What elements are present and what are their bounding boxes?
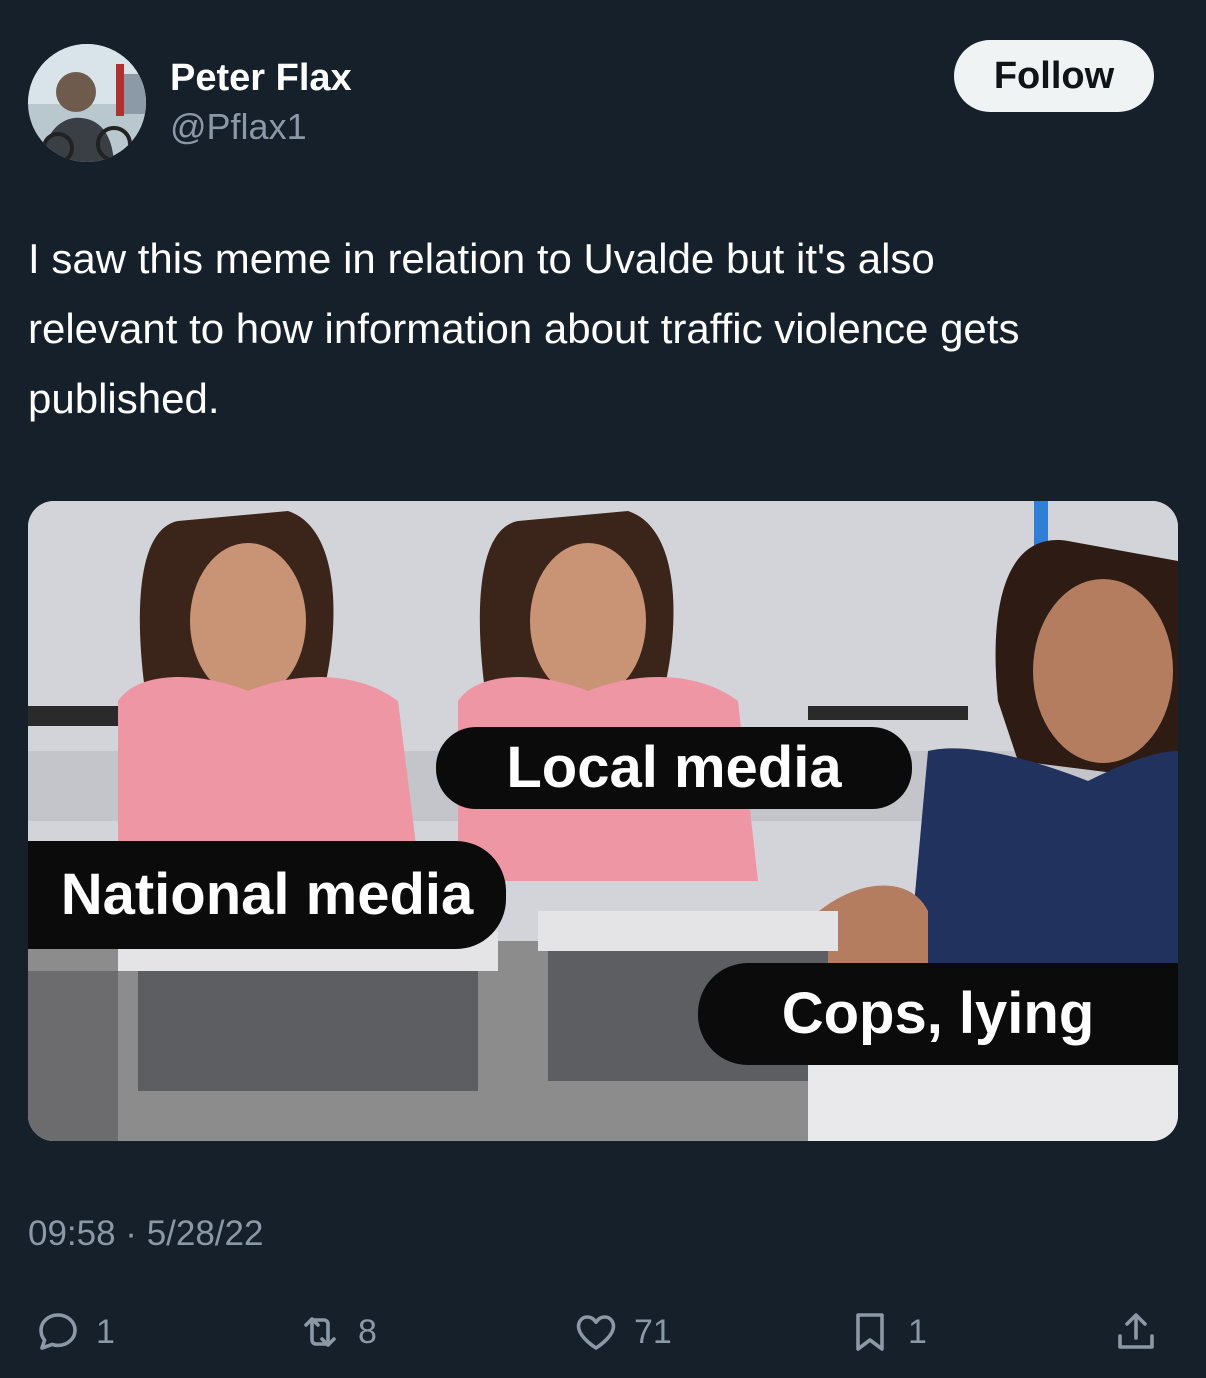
heart-icon xyxy=(576,1315,616,1350)
retweet-button[interactable]: 8 xyxy=(296,1305,377,1359)
follow-button[interactable]: Follow xyxy=(954,40,1154,112)
reply-icon xyxy=(39,1313,77,1350)
meme-label-national-media: National media xyxy=(28,841,506,949)
like-button[interactable]: 71 xyxy=(572,1305,672,1359)
tweet-timestamp[interactable]: 09:58 · 5/28/22 xyxy=(28,1214,263,1254)
share-button[interactable] xyxy=(1112,1305,1160,1359)
tweet-image[interactable]: Local media National media Cops, lying xyxy=(28,501,1178,1141)
reply-button[interactable]: 1 xyxy=(34,1305,115,1359)
retweet-count: 8 xyxy=(358,1312,377,1351)
like-count: 71 xyxy=(634,1312,672,1351)
avatar-photo xyxy=(28,44,146,162)
tweet-text: I saw this meme in relation to Uvalde bu… xyxy=(28,235,1020,422)
retweet-icon xyxy=(304,1317,336,1347)
display-name[interactable]: Peter Flax xyxy=(170,56,352,100)
bookmark-button[interactable]: 1 xyxy=(846,1305,927,1359)
reply-count: 1 xyxy=(96,1312,115,1351)
share-icon xyxy=(1118,1313,1154,1349)
meme-label-cops-lying: Cops, lying xyxy=(698,963,1178,1065)
avatar[interactable] xyxy=(28,44,146,162)
meme-label-local-media: Local media xyxy=(436,727,912,809)
user-handle[interactable]: @Pflax1 xyxy=(170,106,307,148)
bookmark-icon xyxy=(856,1313,884,1351)
bookmark-count: 1 xyxy=(908,1312,927,1351)
